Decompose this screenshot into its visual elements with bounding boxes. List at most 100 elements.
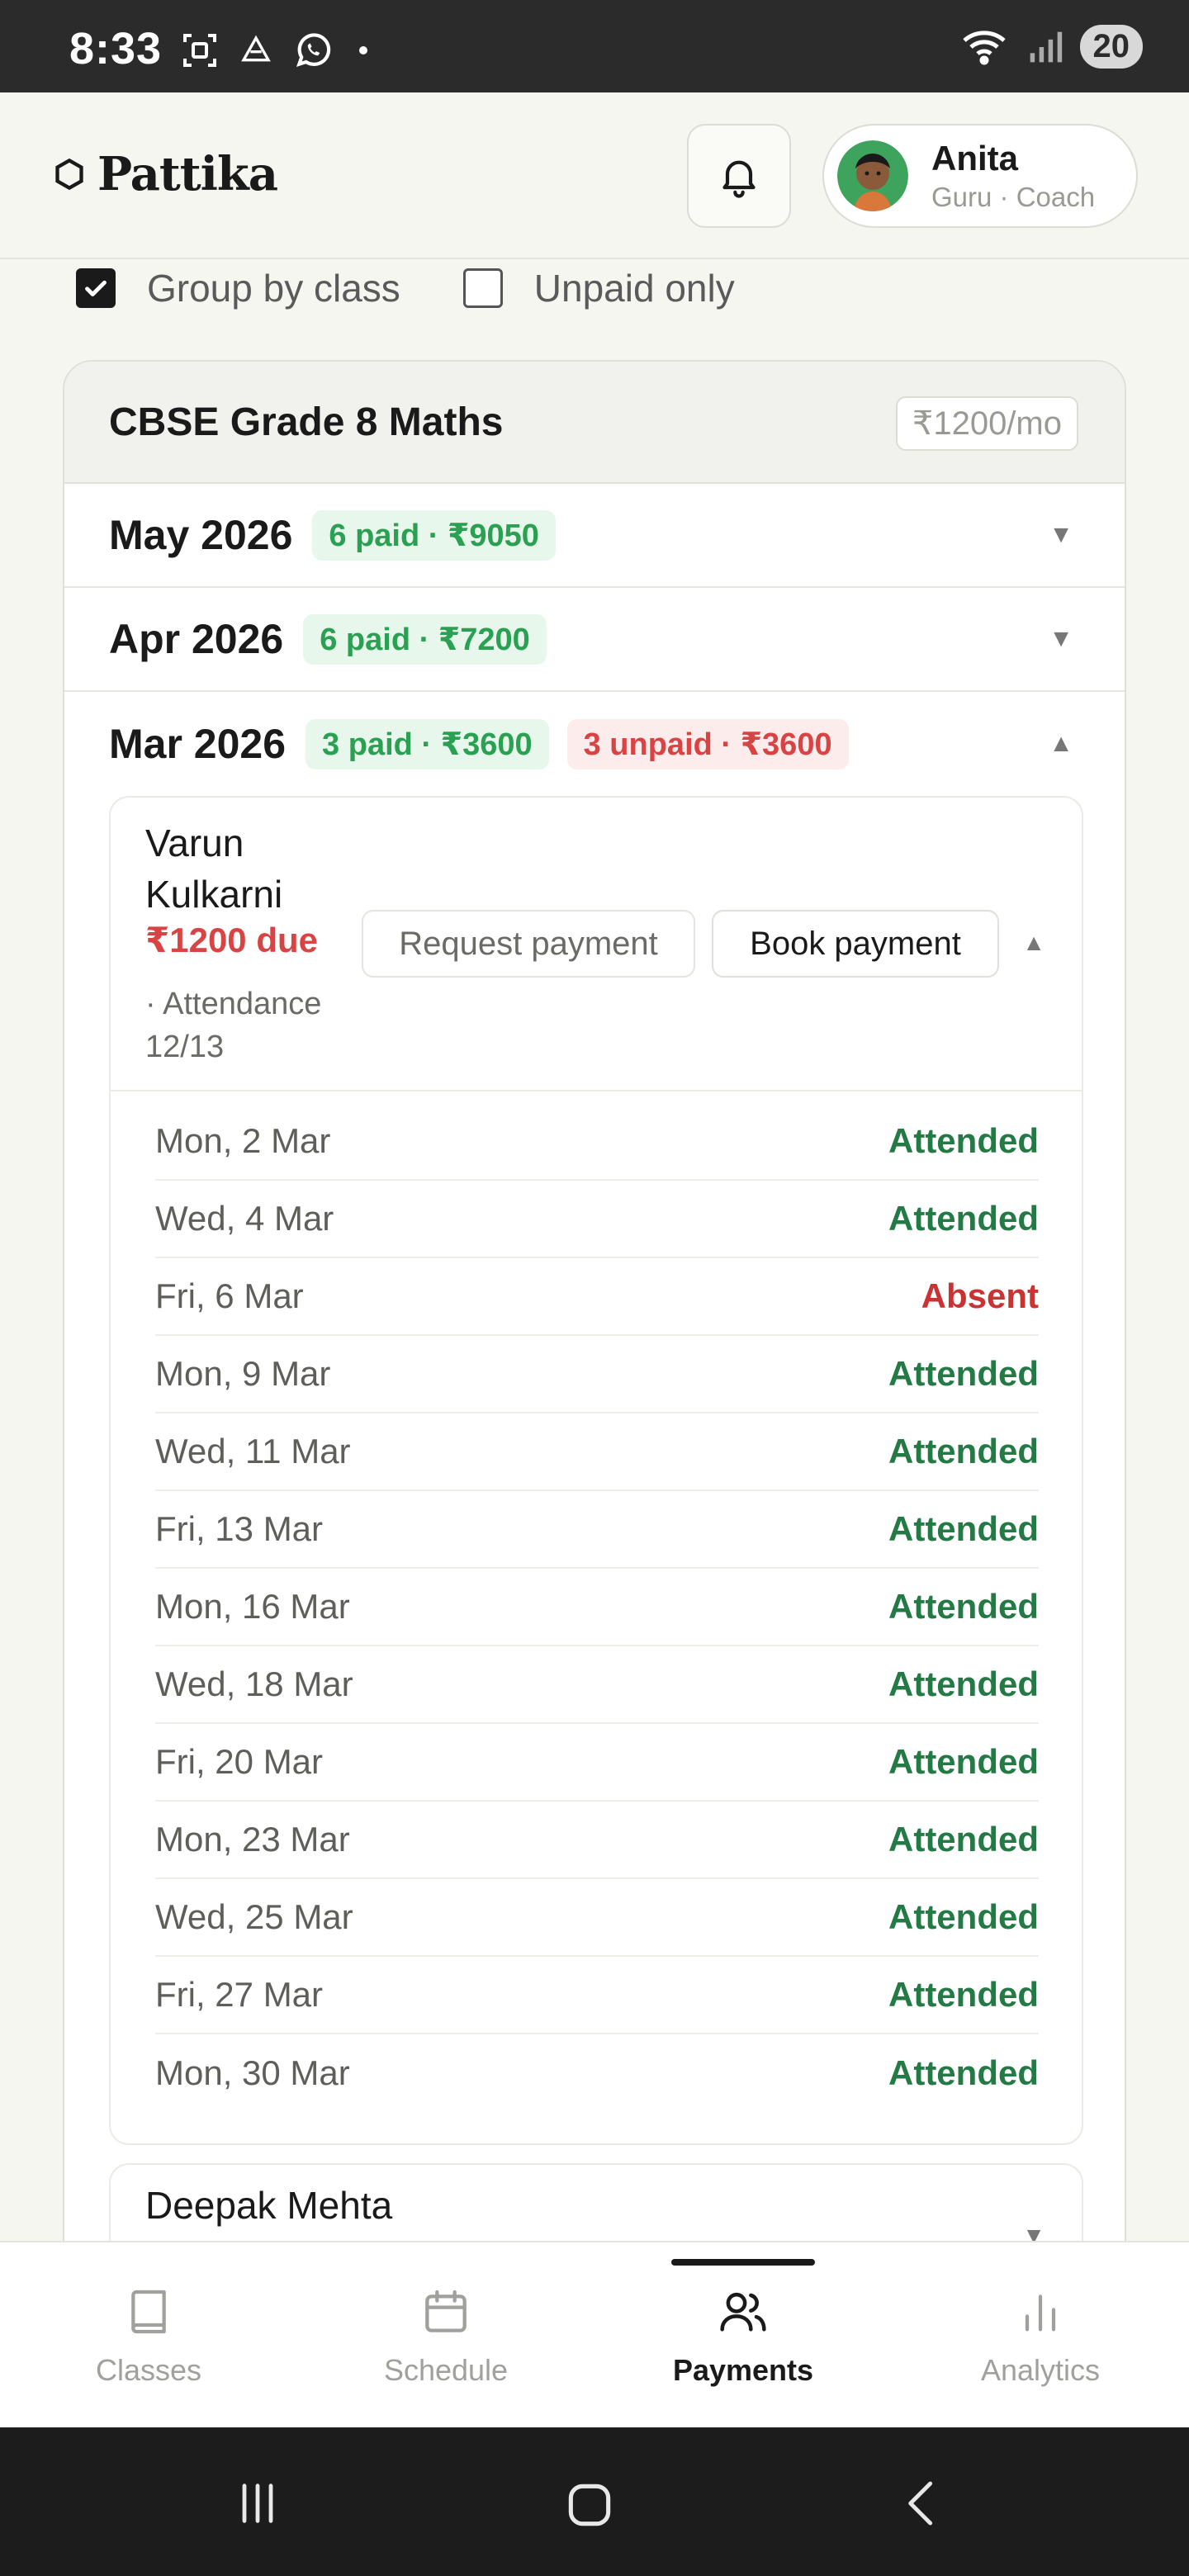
class-title: CBSE Grade 8 Maths: [109, 400, 504, 444]
status-time: 8:33: [69, 24, 163, 73]
session-date: Fri, 20 Mar: [155, 1742, 324, 1781]
class-card: CBSE Grade 8 Maths ₹1200/mo May 2026 6 p…: [63, 360, 1126, 2342]
attendance-status: Absent: [921, 1276, 1039, 1315]
month-row-may-2026[interactable]: May 2026 6 paid · ₹9050 ▼: [64, 484, 1125, 588]
notifications-button[interactable]: [687, 124, 791, 228]
month-title: Apr 2026: [109, 616, 284, 662]
check-icon: [85, 280, 107, 296]
attendance-status: Attended: [888, 1975, 1039, 2014]
profile-name: Anita: [931, 139, 1018, 178]
home-icon[interactable]: [561, 2477, 618, 2533]
paid-badge: 3 paid · ₹3600: [306, 718, 549, 769]
chevron-down-icon[interactable]: ▼: [1049, 625, 1073, 653]
attendance-row: Fri, 27 Mar Attended: [155, 1957, 1039, 2034]
signal-icon: [1030, 31, 1062, 62]
attendance-row: Wed, 11 Mar Attended: [155, 1413, 1039, 1491]
month-row-mar-2026[interactable]: Mar 2026 3 paid · ₹3600 3 unpaid · ₹3600…: [64, 692, 1125, 796]
session-date: Wed, 4 Mar: [155, 1199, 334, 1238]
nav-label: Classes: [95, 2353, 202, 2387]
unpaid-only-label[interactable]: Unpaid only: [534, 266, 735, 310]
avatar-illustration-icon: [837, 140, 908, 211]
chevron-down-icon[interactable]: ▼: [1049, 521, 1073, 549]
attendance-row: Mon, 23 Mar Attended: [155, 1802, 1039, 1879]
session-date: Fri, 27 Mar: [155, 1975, 324, 2014]
class-rate-badge: ₹1200/mo: [895, 396, 1078, 451]
nav-tab-classes[interactable]: Classes: [0, 2242, 297, 2427]
screenshot-icon: [183, 34, 216, 67]
session-date: Wed, 25 Mar: [155, 1897, 353, 1936]
attendance-status: Attended: [888, 1742, 1039, 1781]
recent-apps-icon[interactable]: [231, 2477, 284, 2530]
attendance-status: Attended: [888, 1587, 1039, 1626]
profile-chip[interactable]: Anita Guru · Coach: [822, 124, 1138, 228]
attendance-status: Attended: [888, 1664, 1039, 1703]
attendance-status: Attended: [888, 1121, 1039, 1160]
book-payment-button[interactable]: Book payment: [712, 910, 999, 978]
attendance-row: Mon, 16 Mar Attended: [155, 1569, 1039, 1646]
wifi-icon: [962, 30, 1006, 64]
session-date: Fri, 13 Mar: [155, 1509, 324, 1548]
attendance-status: Attended: [888, 2053, 1039, 2092]
book-icon: [131, 2290, 166, 2334]
session-date: Mon, 30 Mar: [155, 2053, 350, 2092]
attendance-status: Attended: [888, 1354, 1039, 1393]
nav-tab-analytics[interactable]: Analytics: [892, 2242, 1189, 2427]
filter-bar: Group by class Unpaid only: [76, 266, 798, 310]
attendance-status: Attended: [888, 1199, 1039, 1238]
paid-badge: 6 paid · ₹7200: [303, 613, 547, 665]
session-date: Mon, 2 Mar: [155, 1121, 331, 1160]
attendance-row: Wed, 4 Mar Attended: [155, 1181, 1039, 1258]
attendance-row: Wed, 18 Mar Attended: [155, 1646, 1039, 1724]
app-name: Pattika: [97, 147, 278, 201]
student-name: Varun Kulkarni: [145, 822, 283, 916]
chevron-up-icon[interactable]: ▲: [1049, 730, 1073, 758]
drive-icon: [241, 35, 271, 62]
app-logo[interactable]: Pattika: [53, 147, 278, 201]
attendance-row: Wed, 25 Mar Attended: [155, 1879, 1039, 1957]
session-date: Wed, 11 Mar: [155, 1432, 351, 1470]
month-title: Mar 2026: [109, 721, 287, 767]
bottom-navigation: Classes Schedule Payments Analytics: [0, 2241, 1189, 2427]
users-icon: [720, 2292, 766, 2332]
session-date: Fri, 6 Mar: [155, 1276, 304, 1315]
back-icon[interactable]: [895, 2477, 948, 2530]
nav-tab-schedule[interactable]: Schedule: [297, 2242, 594, 2427]
request-payment-button[interactable]: Request payment: [362, 910, 695, 978]
group-by-class-label[interactable]: Group by class: [147, 266, 400, 310]
battery-level: 20: [1079, 25, 1143, 69]
status-system-icons: 20: [961, 25, 1143, 69]
attendance-row: Fri, 13 Mar Attended: [155, 1491, 1039, 1569]
system-navigation-bar: [0, 2427, 1189, 2576]
session-date: Mon, 16 Mar: [155, 1587, 350, 1626]
bell-icon: [722, 160, 756, 198]
nav-label: Schedule: [383, 2353, 509, 2387]
group-by-class-checkbox[interactable]: [76, 268, 116, 308]
student-card-varun-kulkarni: Varun Kulkarni ₹1200 due · Attendance 12…: [109, 796, 1083, 2145]
session-date: Mon, 23 Mar: [155, 1820, 350, 1859]
unpaid-badge: 3 unpaid · ₹3600: [566, 718, 849, 769]
attendance-row: Fri, 6 Mar Absent: [155, 1258, 1039, 1336]
whatsapp-icon: [296, 33, 331, 67]
nav-label: Analytics: [980, 2353, 1101, 2387]
amount-due: ₹1200 due: [145, 921, 318, 959]
attendance-status: Attended: [888, 1820, 1039, 1859]
month-title: May 2026: [109, 512, 293, 558]
session-date: Wed, 18 Mar: [155, 1664, 353, 1703]
student-card-header: Varun Kulkarni ₹1200 due · Attendance 12…: [111, 798, 1082, 1091]
hexagon-logo-icon: [55, 158, 83, 191]
attendance-summary: · Attendance 12/13: [145, 987, 322, 1064]
class-card-header: CBSE Grade 8 Maths ₹1200/mo: [64, 362, 1125, 484]
avatar: [837, 140, 908, 211]
session-date: Mon, 9 Mar: [155, 1354, 331, 1393]
app-header: Pattika Anita Guru · Coach: [0, 92, 1189, 259]
attendance-status: Attended: [888, 1897, 1039, 1936]
nav-label: Payments: [672, 2353, 814, 2387]
unpaid-only-checkbox[interactable]: [462, 268, 503, 308]
month-row-apr-2026[interactable]: Apr 2026 6 paid · ₹7200 ▼: [64, 588, 1125, 692]
nav-tab-payments[interactable]: Payments: [594, 2242, 892, 2427]
student-name: Deepak Mehta: [145, 2184, 393, 2227]
attendance-list: Mon, 2 Mar Attended Wed, 4 Mar Attended Fri,…: [155, 1103, 1039, 2112]
attendance-status: Attended: [888, 1432, 1039, 1470]
chevron-up-icon[interactable]: ▲: [1022, 930, 1045, 956]
attendance-status: Attended: [888, 1509, 1039, 1548]
